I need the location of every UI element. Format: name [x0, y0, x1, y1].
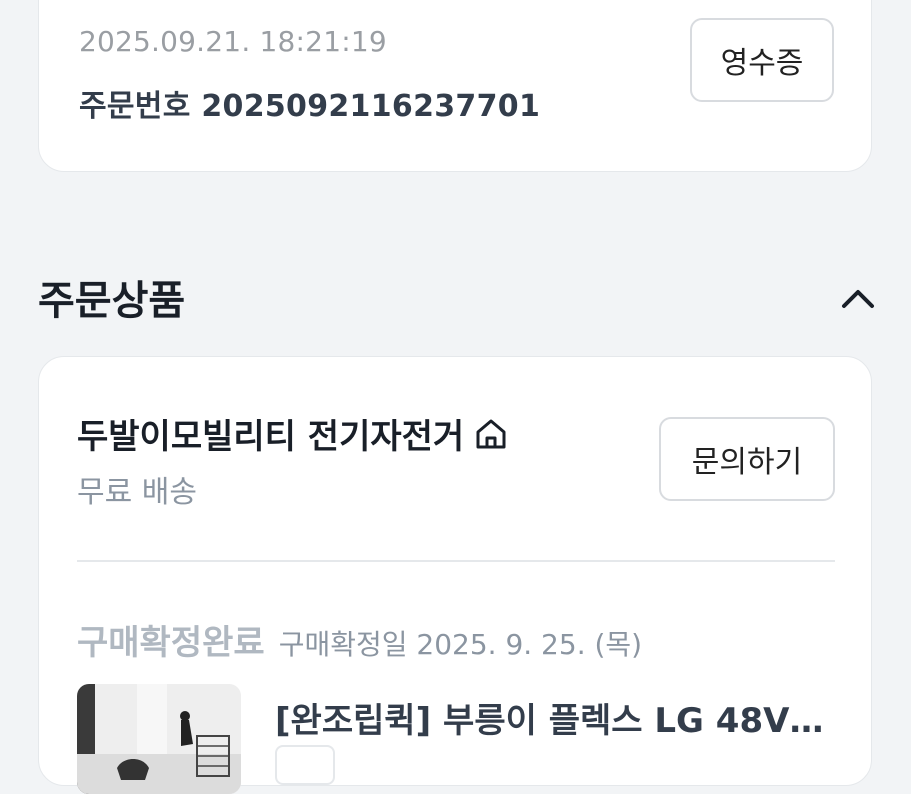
shipping-info: 무료 배송 — [77, 475, 197, 510]
order-info-card: 2025.09.21. 18:21:19 주문번호 20250921162377… — [38, 0, 872, 172]
ordered-products-card: 두발이모빌리티 전기자전거 무료 배송 문의하기 구매확정완료 구매확정일 20… — [38, 356, 872, 794]
divider — [77, 560, 835, 562]
product-thumbnail[interactable] — [77, 684, 241, 794]
product-image-graphic — [77, 684, 241, 794]
status-badge: 구매확정완료 — [77, 623, 265, 663]
confirm-date: 구매확정일 2025. 9. 25. (목) — [278, 628, 643, 661]
seller-name[interactable]: 두발이모빌리티 전기자전거 — [77, 409, 508, 458]
order-date: 2025.09.21. 18:21:19 — [79, 25, 387, 58]
product-option-tag — [275, 745, 335, 785]
purchase-status-row: 구매확정완료 구매확정일 2025. 9. 25. (목) — [77, 615, 642, 664]
section-title: 주문상품 — [38, 278, 186, 324]
order-number: 주문번호 2025092116237701 — [79, 89, 541, 124]
seller-name-label: 두발이모빌리티 전기자전거 — [77, 417, 465, 457]
chevron-up-icon[interactable] — [836, 278, 880, 318]
inquiry-button[interactable]: 문의하기 — [659, 417, 835, 501]
receipt-button[interactable]: 영수증 — [690, 18, 834, 102]
home-icon — [476, 419, 506, 448]
product-title[interactable]: [완조립퀵] 부릉이 플렉스 LG 48V 2... — [275, 693, 835, 742]
